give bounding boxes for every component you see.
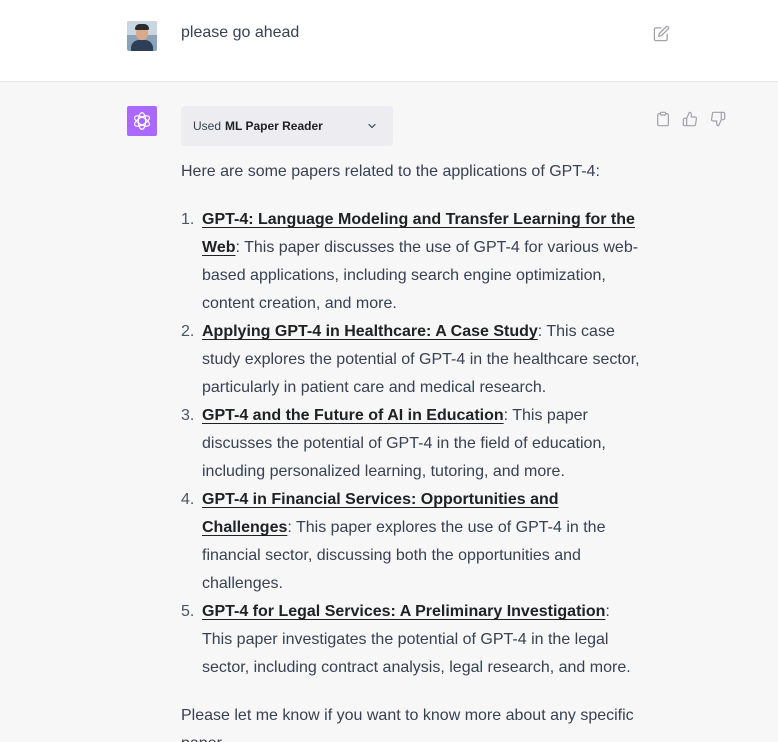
paper-list-item: 4. GPT-4 in Financial Services: Opportun… xyxy=(181,486,643,598)
list-number: 5. xyxy=(181,603,195,620)
plugin-name: ML Paper Reader xyxy=(225,119,323,133)
paper-list: 1. GPT-4: Language Modeling and Transfer… xyxy=(181,206,643,682)
user-avatar xyxy=(127,21,157,51)
list-number: 3. xyxy=(181,407,195,424)
assistant-message-row: Used ML Paper Reader Here are some paper… xyxy=(0,82,778,742)
paper-description: : This paper discusses the use of GPT-4 … xyxy=(202,239,639,312)
paper-link[interactable]: GPT-4 and the Future of AI in Education xyxy=(202,407,504,424)
user-message-text: please go ahead xyxy=(181,24,300,41)
paper-list-item: 2. Applying GPT-4 in Healthcare: A Case … xyxy=(181,318,643,402)
list-number: 1. xyxy=(181,211,195,228)
paper-list-item: 3. GPT-4 and the Future of AI in Educati… xyxy=(181,402,643,486)
list-number: 2. xyxy=(181,323,195,340)
assistant-message-body: Here are some papers related to the appl… xyxy=(181,158,643,742)
paper-link[interactable]: GPT-4 for Legal Services: A Preliminary … xyxy=(202,603,605,620)
openai-logo-icon xyxy=(127,106,157,136)
edit-icon[interactable] xyxy=(653,25,670,42)
thumbs-up-icon[interactable] xyxy=(682,111,698,127)
paper-link[interactable]: Applying GPT-4 in Healthcare: A Case Stu… xyxy=(202,323,538,340)
user-message-row: please go ahead xyxy=(0,0,778,82)
assistant-intro: Here are some papers related to the appl… xyxy=(181,163,600,180)
paper-list-item: 1. GPT-4: Language Modeling and Transfer… xyxy=(181,206,643,318)
clipboard-icon[interactable] xyxy=(655,111,671,127)
chevron-down-icon xyxy=(368,123,376,129)
plugin-used-toggle[interactable]: Used ML Paper Reader xyxy=(181,106,393,146)
plugin-used-prefix: Used xyxy=(193,119,222,133)
assistant-outro: Please let me know if you want to know m… xyxy=(181,707,634,742)
paper-list-item: 5. GPT-4 for Legal Services: A Prelimina… xyxy=(181,598,643,682)
list-number: 4. xyxy=(181,491,195,508)
thumbs-down-icon[interactable] xyxy=(710,111,726,127)
